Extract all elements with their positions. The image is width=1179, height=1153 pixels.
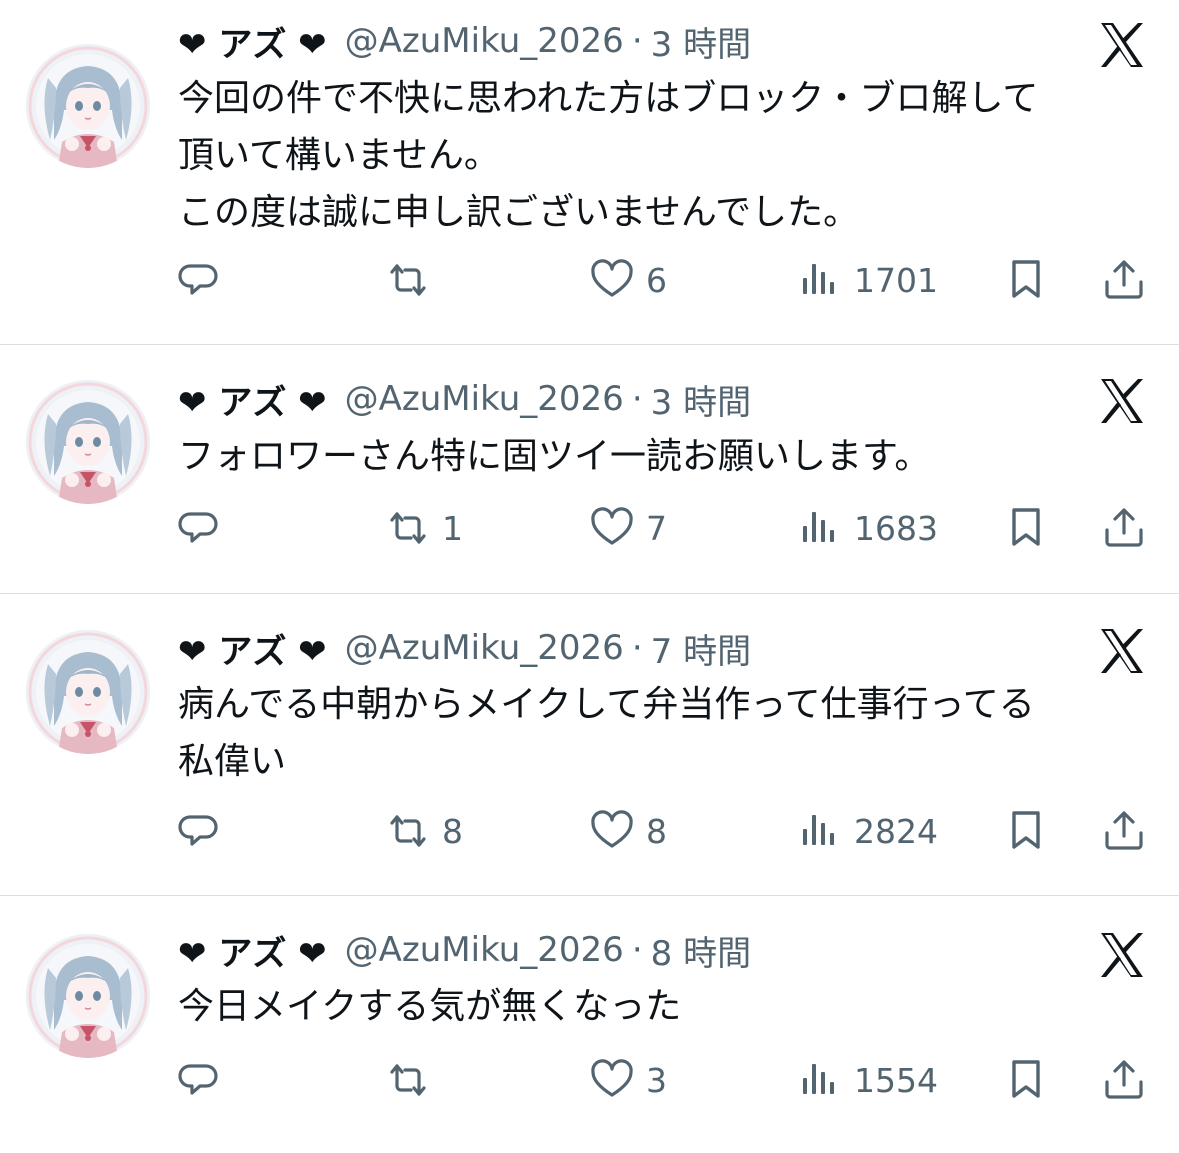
retweet-button[interactable]	[384, 1055, 442, 1105]
views-button[interactable]: 1554	[796, 1055, 938, 1105]
like-icon	[588, 256, 636, 304]
reply-button[interactable]	[178, 806, 236, 856]
divider	[0, 344, 1179, 345]
reply-icon	[178, 1056, 226, 1104]
reply-button[interactable]	[178, 255, 236, 305]
reply-icon	[178, 256, 226, 304]
retweet-icon	[384, 1056, 432, 1104]
tweet[interactable]: ❤ アズ ❤ @AzuMiku_2026 · 3 時間 今回の件で不快に思われた…	[0, 0, 1179, 346]
views-count: 1683	[854, 508, 938, 548]
share-button[interactable]	[1100, 806, 1148, 856]
separator-dot: ·	[631, 379, 643, 419]
like-button[interactable]: 6	[588, 255, 667, 305]
like-icon	[588, 504, 636, 552]
avatar[interactable]	[26, 630, 150, 754]
retweet-button[interactable]	[384, 255, 442, 305]
handle[interactable]: @AzuMiku_2026	[345, 379, 624, 419]
views-button[interactable]: 1701	[796, 255, 938, 305]
reply-button[interactable]	[178, 503, 236, 553]
x-logo-icon	[1097, 626, 1147, 676]
retweet-icon	[384, 504, 432, 552]
share-button[interactable]	[1100, 503, 1148, 553]
like-count: 8	[646, 811, 667, 851]
views-icon	[796, 256, 844, 304]
like-icon	[588, 1056, 636, 1104]
retweet-icon	[384, 807, 432, 855]
tweet-text: フォロワーさん特に固ツイ一読お願いします。	[178, 436, 931, 477]
timestamp[interactable]: 3 時間	[651, 17, 751, 66]
views-count: 2824	[854, 811, 938, 851]
retweet-icon	[384, 256, 432, 304]
retweet-button[interactable]: 1	[384, 503, 463, 553]
x-logo-icon	[1097, 20, 1147, 70]
tweet-text: 今日メイクする気が無くなった	[178, 986, 682, 1027]
separator-dot: ·	[631, 930, 643, 970]
handle[interactable]: @AzuMiku_2026	[345, 930, 624, 970]
handle[interactable]: @AzuMiku_2026	[345, 21, 624, 61]
like-button[interactable]: 8	[588, 806, 667, 856]
views-icon	[796, 1056, 844, 1104]
like-button[interactable]: 3	[588, 1055, 667, 1105]
like-count: 3	[646, 1060, 667, 1100]
bookmark-icon	[1002, 1056, 1050, 1104]
avatar[interactable]	[26, 380, 150, 504]
display-name[interactable]: ❤ アズ ❤	[178, 375, 327, 424]
x-logo-icon	[1097, 930, 1147, 980]
reply-icon	[178, 807, 226, 855]
avatar[interactable]	[26, 44, 150, 168]
separator-dot: ·	[631, 628, 643, 668]
share-icon	[1100, 807, 1148, 855]
views-button[interactable]: 1683	[796, 503, 938, 553]
bookmark-button[interactable]	[1002, 503, 1050, 553]
display-name[interactable]: ❤ アズ ❤	[178, 926, 327, 975]
timestamp[interactable]: 3 時間	[651, 375, 751, 424]
views-count: 1554	[854, 1060, 938, 1100]
like-count: 7	[646, 508, 667, 548]
handle[interactable]: @AzuMiku_2026	[345, 628, 624, 668]
bookmark-button[interactable]	[1002, 255, 1050, 305]
bookmark-button[interactable]	[1002, 1055, 1050, 1105]
like-button[interactable]: 7	[588, 503, 667, 553]
views-button[interactable]: 2824	[796, 806, 938, 856]
retweet-button[interactable]: 8	[384, 806, 463, 856]
share-icon	[1100, 1056, 1148, 1104]
tweet[interactable]: ❤ アズ ❤ @AzuMiku_2026 · 3 時間 フォロワーさん特に固ツイ…	[0, 346, 1179, 594]
retweet-count: 1	[442, 508, 463, 548]
display-name[interactable]: ❤ アズ ❤	[178, 624, 327, 673]
tweet[interactable]: ❤ アズ ❤ @AzuMiku_2026 · 7 時間 病んでる中朝からメイクし…	[0, 594, 1179, 896]
tweet-text: 今回の件で不快に思われた方はブロック・ブロ解して 頂いて構いません。 この度は誠…	[178, 78, 1039, 233]
share-icon	[1100, 256, 1148, 304]
separator-dot: ·	[631, 21, 643, 61]
share-icon	[1100, 504, 1148, 552]
display-name[interactable]: ❤ アズ ❤	[178, 17, 327, 66]
views-icon	[796, 807, 844, 855]
retweet-count: 8	[442, 811, 463, 851]
like-count: 6	[646, 260, 667, 300]
bookmark-icon	[1002, 504, 1050, 552]
bookmark-icon	[1002, 807, 1050, 855]
bookmark-icon	[1002, 256, 1050, 304]
x-logo-icon	[1097, 376, 1147, 426]
timestamp[interactable]: 8 時間	[651, 926, 751, 975]
share-button[interactable]	[1100, 255, 1148, 305]
avatar[interactable]	[26, 934, 150, 1058]
tweet[interactable]: ❤ アズ ❤ @AzuMiku_2026 · 8 時間 今日メイクする気が無くな…	[0, 896, 1179, 1153]
share-button[interactable]	[1100, 1055, 1148, 1105]
views-count: 1701	[854, 260, 938, 300]
reply-button[interactable]	[178, 1055, 236, 1105]
views-icon	[796, 504, 844, 552]
reply-icon	[178, 504, 226, 552]
timestamp[interactable]: 7 時間	[651, 624, 751, 673]
bookmark-button[interactable]	[1002, 806, 1050, 856]
like-icon	[588, 807, 636, 855]
tweet-text: 病んでる中朝からメイクして弁当作って仕事行ってる 私偉い	[178, 684, 1035, 782]
